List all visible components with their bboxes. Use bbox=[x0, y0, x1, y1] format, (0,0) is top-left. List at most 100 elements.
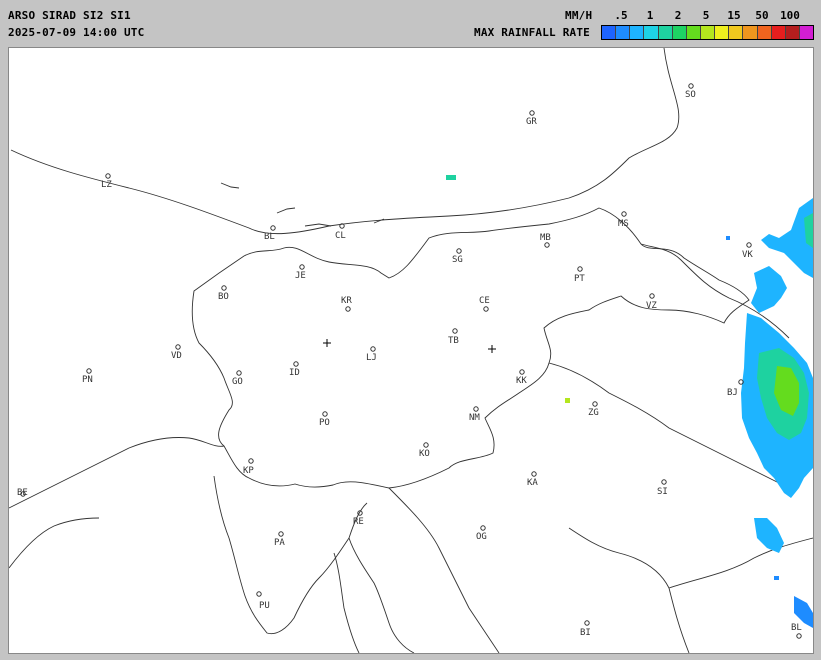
city-label: PU bbox=[259, 601, 270, 611]
lakes-north bbox=[220, 182, 385, 227]
radar-site-marker bbox=[488, 345, 496, 353]
city-label: SG bbox=[452, 255, 463, 265]
city-vk[interactable]: VK bbox=[742, 242, 753, 260]
city-vz[interactable]: VZ bbox=[646, 293, 657, 311]
radar-site-marker bbox=[323, 339, 331, 347]
city-label: BJ bbox=[727, 388, 738, 398]
city-gr[interactable]: GR bbox=[526, 110, 537, 127]
color-swatch bbox=[785, 26, 800, 39]
city-og[interactable]: OG bbox=[476, 525, 487, 542]
border-north bbox=[10, 48, 680, 235]
city-label: JE bbox=[295, 271, 306, 281]
city-nm[interactable]: NM bbox=[469, 406, 480, 423]
city-pu[interactable]: PU bbox=[256, 591, 270, 611]
rain-echo-band bbox=[761, 198, 813, 278]
legend-tick: 15 bbox=[727, 9, 741, 22]
timestamp: 2025-07-09 14:00 UTC bbox=[8, 26, 145, 39]
color-swatch bbox=[799, 26, 814, 39]
city-kp[interactable]: KP bbox=[243, 458, 254, 476]
color-swatch bbox=[658, 26, 673, 39]
rain-echo bbox=[774, 576, 779, 580]
city-kr[interactable]: KR bbox=[341, 296, 352, 312]
city-label: NM bbox=[469, 413, 480, 423]
city-je[interactable]: JE bbox=[295, 264, 306, 281]
city-label: TB bbox=[448, 336, 459, 346]
city-label: KP bbox=[243, 466, 254, 476]
city-label: MB bbox=[540, 233, 551, 243]
rain-echo bbox=[446, 175, 456, 180]
city-label: KK bbox=[516, 376, 527, 386]
color-swatch bbox=[672, 26, 687, 39]
radar-frame: ARSO SIRAD SI2 SI1 2025-07-09 14:00 UTC … bbox=[0, 0, 821, 660]
radar-map[interactable]: GR SO LZ BL CL MS MB VK SG PT JE BO KR C… bbox=[8, 47, 814, 654]
rain-echo-band bbox=[751, 266, 787, 313]
city-label: KO bbox=[419, 449, 430, 459]
legend-title: MAX RAINFALL RATE bbox=[474, 26, 590, 39]
city-bj[interactable]: BJ bbox=[727, 379, 744, 398]
city-ko[interactable]: KO bbox=[419, 442, 430, 459]
city-bl-south[interactable]: BL bbox=[791, 623, 802, 639]
legend-tick: 5 bbox=[702, 9, 710, 22]
city-bi[interactable]: BI bbox=[580, 620, 591, 638]
city-ka[interactable]: KA bbox=[527, 471, 538, 488]
city-label: BL bbox=[791, 623, 802, 633]
color-swatch bbox=[715, 26, 730, 39]
city-label: LZ bbox=[101, 180, 112, 190]
city-label: PT bbox=[574, 274, 585, 284]
island-cres bbox=[333, 552, 360, 653]
city-cl[interactable]: CL bbox=[335, 223, 346, 241]
city-label: PA bbox=[274, 538, 285, 548]
city-id[interactable]: ID bbox=[289, 361, 300, 378]
unit-label: MM/H bbox=[565, 9, 593, 22]
city-bl[interactable]: BL bbox=[264, 225, 276, 242]
city-ce[interactable]: CE bbox=[479, 296, 490, 312]
city-label: KR bbox=[341, 296, 352, 306]
city-tb[interactable]: TB bbox=[448, 328, 459, 346]
legend-ticks: .5 1 2 5 15 50 100 bbox=[600, 9, 812, 22]
rain-echo bbox=[726, 236, 730, 240]
city-so[interactable]: SO bbox=[685, 83, 696, 100]
city-label: PN bbox=[82, 375, 93, 385]
legend-tick: 1 bbox=[646, 9, 654, 22]
city-lj[interactable]: LJ bbox=[366, 346, 377, 363]
color-swatch bbox=[686, 26, 701, 39]
city-label: LJ bbox=[366, 353, 377, 363]
city-bo[interactable]: BO bbox=[218, 285, 229, 302]
city-zg[interactable]: ZG bbox=[588, 401, 599, 418]
color-swatch bbox=[743, 26, 758, 39]
city-sg[interactable]: SG bbox=[452, 248, 463, 265]
city-label: BL bbox=[264, 232, 275, 242]
city-go[interactable]: GO bbox=[232, 370, 243, 387]
rain-cells bbox=[446, 175, 813, 628]
city-be[interactable]: BE bbox=[17, 488, 28, 498]
city-kk[interactable]: KK bbox=[516, 369, 527, 386]
city-pt[interactable]: PT bbox=[574, 266, 585, 284]
city-label: BI bbox=[580, 628, 591, 638]
city-markers: GR SO LZ BL CL MS MB VK SG PT JE BO KR C… bbox=[17, 83, 802, 639]
city-pn[interactable]: PN bbox=[82, 368, 93, 385]
city-ms[interactable]: MS bbox=[618, 211, 629, 229]
city-si[interactable]: SI bbox=[657, 479, 668, 497]
island-krk bbox=[348, 537, 415, 653]
city-pa[interactable]: PA bbox=[274, 531, 285, 548]
city-vd[interactable]: VD bbox=[171, 344, 182, 361]
city-mb[interactable]: MB bbox=[540, 233, 551, 248]
color-swatch bbox=[616, 26, 631, 39]
city-po[interactable]: PO bbox=[319, 411, 330, 428]
city-label: MS bbox=[618, 219, 629, 229]
city-label: SO bbox=[685, 90, 696, 100]
city-lz[interactable]: LZ bbox=[101, 173, 112, 190]
city-label: ZG bbox=[588, 408, 599, 418]
city-re[interactable]: RE bbox=[353, 510, 364, 527]
color-swatch bbox=[729, 26, 744, 39]
city-label: RE bbox=[353, 517, 364, 527]
color-scale bbox=[601, 25, 814, 40]
city-label: PO bbox=[319, 418, 330, 428]
city-label: BO bbox=[218, 292, 229, 302]
border-bih bbox=[668, 537, 813, 589]
city-label: CE bbox=[479, 296, 490, 306]
coast-west bbox=[9, 437, 225, 509]
color-swatch bbox=[630, 26, 645, 39]
city-label: VZ bbox=[646, 301, 657, 311]
legend-tick: 2 bbox=[674, 9, 682, 22]
